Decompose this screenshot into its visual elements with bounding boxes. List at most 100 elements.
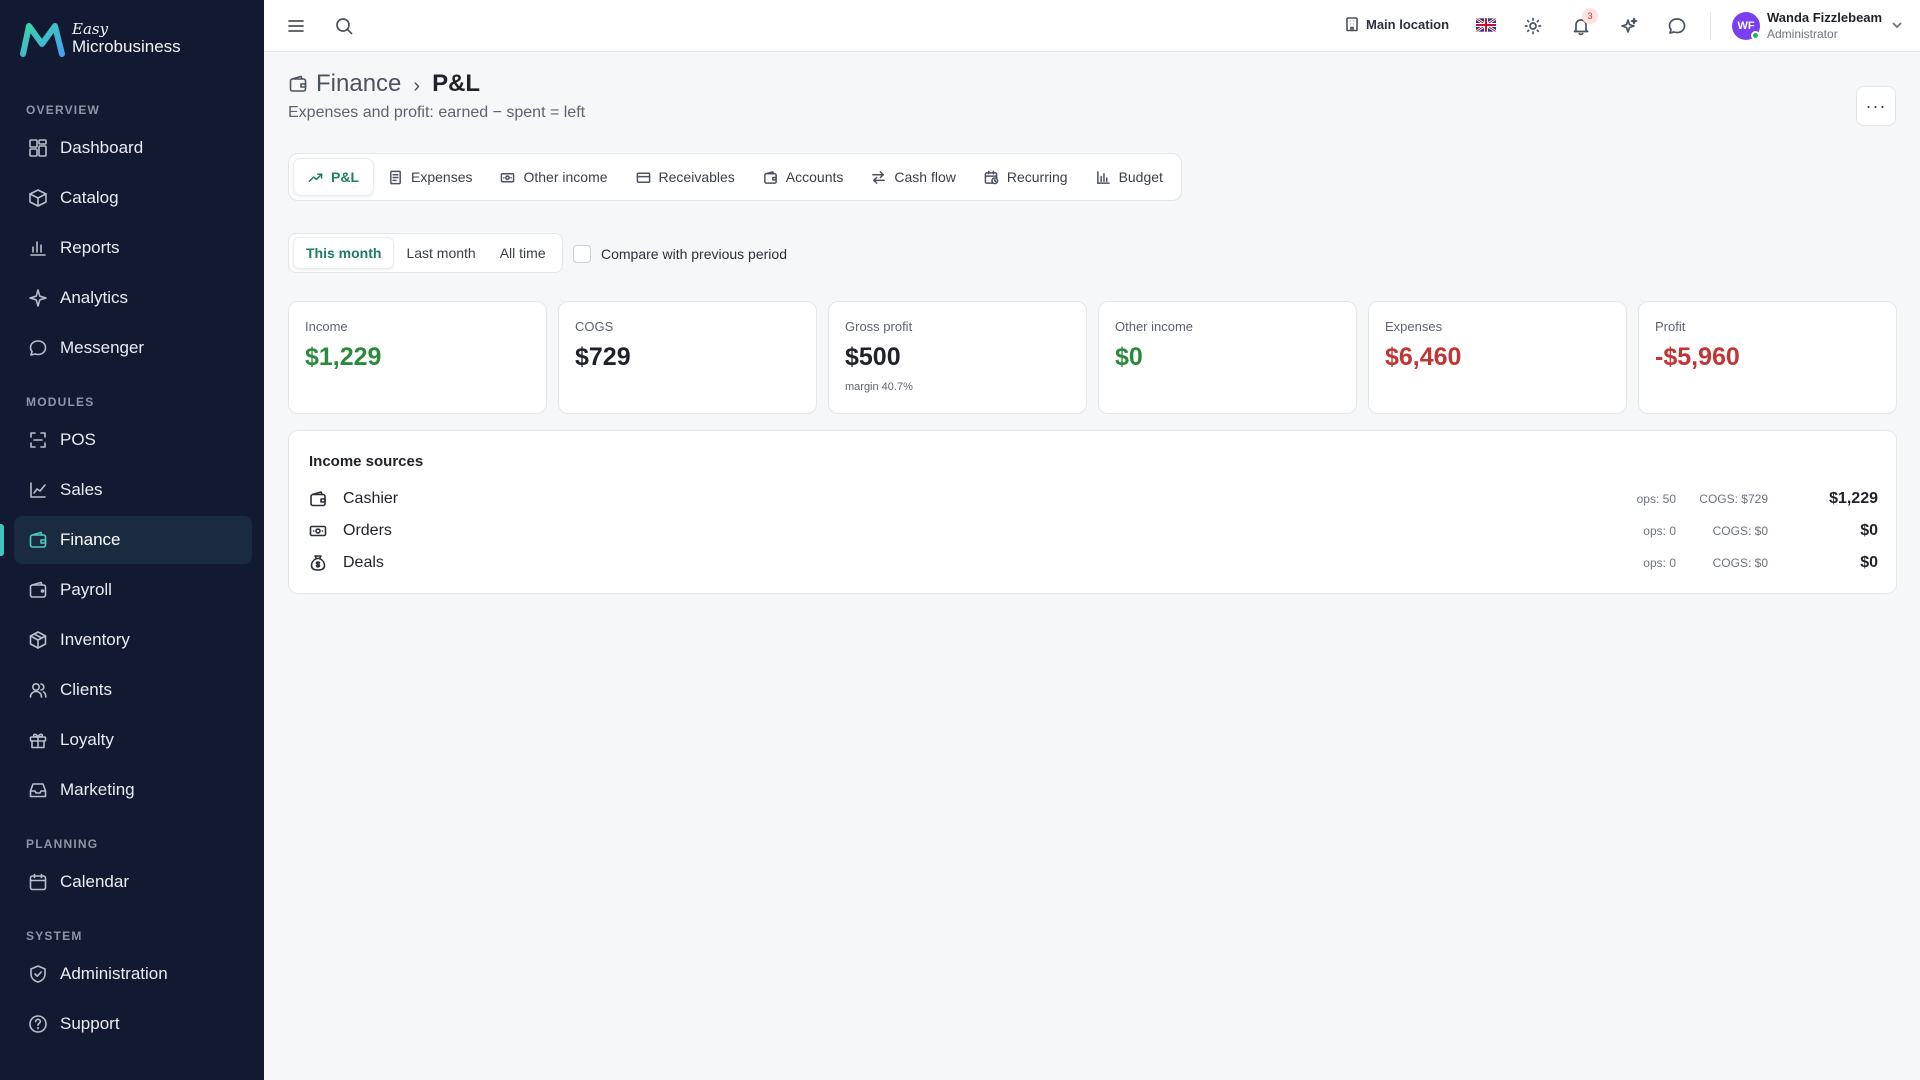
reports-icon [30, 241, 46, 256]
tab-receivables[interactable]: Receivables [622, 158, 749, 196]
sidebar-item-loyalty[interactable]: Loyalty [14, 716, 252, 764]
online-status-dot [1751, 31, 1760, 40]
brand-logo[interactable]: Easy Microbusiness [20, 20, 181, 58]
sidebar-item-label: Payroll [60, 580, 112, 599]
user-menu-toggle[interactable] [1890, 18, 1904, 32]
sidebar-item-messenger[interactable]: Messenger [14, 324, 252, 372]
income-sources-panel: Income sources Cashier ops: 50 COGS: $72… [288, 430, 1897, 594]
section-system: SYSTEM [26, 929, 83, 943]
calendar-icon [29, 873, 47, 891]
tab-other-income[interactable]: Other income [486, 158, 621, 196]
more-options-button[interactable]: ··· [1856, 86, 1896, 126]
card-label: COGS [575, 319, 614, 334]
period-this-month[interactable]: This month [293, 237, 395, 269]
sidebar-item-inventory[interactable]: Inventory [14, 616, 252, 664]
sidebar-item-calendar[interactable]: Calendar [14, 858, 252, 906]
sun-icon [1524, 17, 1542, 35]
handshake-icon [310, 555, 326, 571]
user-role: Administrator [1767, 27, 1838, 41]
notifications-badge: 3 [1582, 8, 1598, 24]
sidebar-item-catalog[interactable]: Catalog [14, 174, 252, 222]
list-item[interactable]: Cashier ops: 50 COGS: $729 $1,229 [309, 487, 1878, 511]
chat-icon [1668, 18, 1686, 34]
sidebar: Easy Microbusiness OVERVIEW Dashboard Ca… [0, 0, 264, 1080]
compare-toggle[interactable]: Compare with previous period [573, 245, 787, 263]
sidebar-item-administration[interactable]: Administration [14, 950, 252, 998]
card-cogs: COGS $729 [558, 301, 817, 414]
search-icon [336, 18, 353, 35]
list-item[interactable]: Deals ops: 0 COGS: $0 $0 [309, 551, 1878, 575]
active-indicator [0, 524, 4, 556]
breadcrumb-parent[interactable]: Finance [316, 70, 401, 98]
banknote-icon [309, 525, 327, 537]
tab-label: Cash flow [894, 169, 956, 185]
sidebar-item-label: Support [60, 1014, 120, 1033]
tab-cash-flow[interactable]: Cash flow [857, 158, 969, 196]
sidebar-item-support[interactable]: Support [14, 1000, 252, 1048]
user-name[interactable]: Wanda Fizzlebeam [1767, 10, 1882, 25]
sidebar-item-pos[interactable]: POS [14, 416, 252, 464]
card-label: Profit [1655, 319, 1686, 334]
sidebar-item-marketing[interactable]: Marketing [14, 766, 252, 814]
chevron-down-icon [1892, 22, 1902, 29]
sidebar-item-sales[interactable]: Sales [14, 466, 252, 514]
bar-chart-icon [1096, 170, 1110, 184]
tab-budget[interactable]: Budget [1082, 158, 1177, 196]
administration-icon [30, 965, 46, 983]
location-selector[interactable]: Main location [1344, 16, 1449, 32]
sidebar-item-label: Messenger [60, 338, 145, 357]
pos-icon [30, 432, 46, 448]
chat-button[interactable] [1665, 14, 1689, 38]
compare-label: Compare with previous period [601, 246, 787, 262]
card-income: Income $1,229 [288, 301, 547, 414]
source-total: $0 [1860, 522, 1878, 539]
sidebar-item-payroll[interactable]: Payroll [14, 566, 252, 614]
compare-checkbox[interactable] [573, 245, 591, 263]
sidebar-item-reports[interactable]: Reports [14, 224, 252, 272]
source-name: Orders [343, 522, 392, 539]
support-icon [29, 1015, 47, 1033]
sidebar-item-label: Analytics [60, 288, 129, 307]
messenger-icon [29, 340, 47, 356]
source-name: Deals [343, 554, 384, 571]
source-ops: ops: 0 [1643, 556, 1676, 570]
banknote-icon [501, 172, 515, 182]
card-expenses: Expenses $6,460 [1368, 301, 1627, 414]
sidebar-item-label: Sales [60, 480, 103, 499]
card-profit: Profit -$5,960 [1638, 301, 1897, 414]
card-value: $729 [575, 343, 631, 371]
list-item[interactable]: Orders ops: 0 COGS: $0 $0 [309, 519, 1878, 543]
tab-label: Recurring [1006, 169, 1068, 185]
sidebar-item-label: Calendar [60, 872, 129, 891]
card-gross-profit: Gross profit $500 margin 40.7% [828, 301, 1087, 414]
sidebar-item-dashboard[interactable]: Dashboard [14, 124, 252, 172]
tab-recurring[interactable]: Recurring [970, 158, 1082, 196]
brand-name: Microbusiness [72, 36, 181, 56]
search-button[interactable] [332, 14, 356, 38]
card-label: Income [305, 319, 348, 334]
tab-accounts[interactable]: Accounts [749, 158, 858, 196]
uk-flag-icon[interactable] [1476, 18, 1496, 32]
tab-expenses[interactable]: Expenses [374, 158, 486, 196]
wallet-icon [763, 170, 777, 184]
menu-toggle-button[interactable] [284, 14, 308, 38]
source-cogs: COGS: $729 [1699, 492, 1768, 506]
wallet-icon [289, 75, 307, 92]
menu-icon [288, 20, 304, 32]
sidebar-item-analytics[interactable]: Analytics [14, 274, 252, 322]
ai-assistant-button[interactable] [1617, 14, 1641, 38]
sidebar-item-label: Dashboard [60, 138, 144, 157]
tab-label: Accounts [785, 169, 844, 185]
theme-toggle-button[interactable] [1521, 14, 1545, 38]
sparkles-icon [1621, 17, 1638, 33]
sidebar-item-label: POS [60, 430, 96, 449]
tab-pl[interactable]: P&L [293, 158, 374, 196]
breadcrumb-separator: › [413, 74, 421, 97]
source-cogs: COGS: $0 [1712, 524, 1768, 538]
period-last-month[interactable]: Last month [394, 237, 487, 269]
sidebar-item-clients[interactable]: Clients [14, 666, 252, 714]
period-all-time[interactable]: All time [488, 237, 558, 269]
period-selector: This month Last month All time [288, 233, 563, 273]
sidebar-item-finance[interactable]: Finance [14, 516, 252, 564]
section-overview: OVERVIEW [26, 103, 101, 117]
